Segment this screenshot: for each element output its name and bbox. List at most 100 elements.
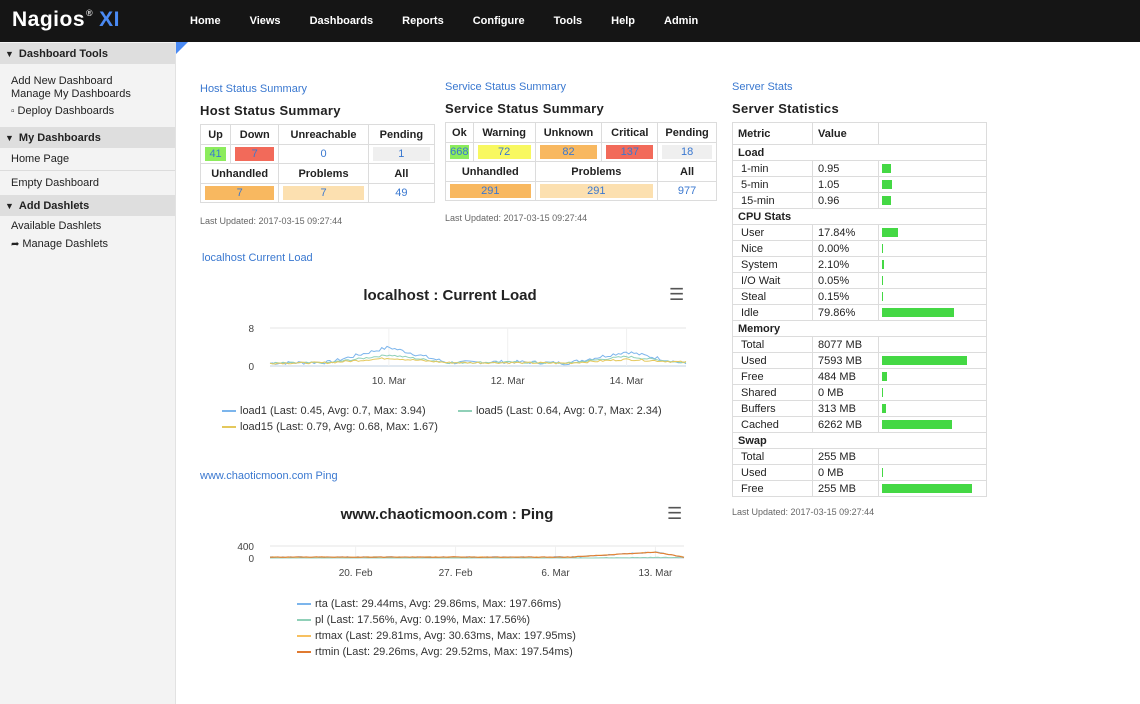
nav-home[interactable]: Home	[190, 15, 221, 27]
server-stats-dashlet-link[interactable]: Server Stats	[732, 81, 793, 93]
nav-views[interactable]: Views	[250, 15, 281, 27]
service-critical-count[interactable]: 137	[606, 145, 654, 159]
sidebar: ▼ Dashboard Tools Add New Dashboard Mana…	[0, 42, 176, 704]
legend-load5[interactable]: load5 (Last: 0.64, Avg: 0.7, Max: 2.34)	[458, 405, 662, 417]
sidebar-item-home-page[interactable]: Home Page	[0, 148, 175, 171]
sidebar-item-manage-my-dashboards[interactable]: Manage My Dashboards	[0, 88, 175, 101]
service-pending-cell[interactable]: 18	[657, 142, 717, 162]
host-unreachable-count[interactable]: 0	[283, 147, 363, 161]
service-warning-count[interactable]: 72	[477, 145, 531, 159]
sidebar-item-manage-dashlets[interactable]: ➦ Manage Dashlets	[0, 236, 175, 252]
host-down-cell[interactable]: 7	[230, 144, 280, 164]
stats-bar-cell	[878, 416, 987, 433]
host-status-dashlet-link[interactable]: Host Status Summary	[200, 83, 307, 95]
legend-label: load1 (Last: 0.45, Avg: 0.7, Max: 3.94)	[240, 405, 426, 417]
host-pending-count[interactable]: 1	[372, 147, 430, 161]
stats-bar-cell	[878, 224, 987, 241]
stats-row: Shared 0 MB	[732, 384, 987, 401]
stats-bar-cell	[878, 176, 987, 193]
stats-value: 0 MB	[812, 384, 879, 401]
host-pending-cell[interactable]: 1	[367, 144, 436, 164]
service-ok-cell[interactable]: 668	[445, 142, 474, 162]
stats-row: User 17.84%	[732, 224, 987, 241]
legend-rtmin[interactable]: rtmin (Last: 29.26ms, Avg: 29.52ms, Max:…	[297, 646, 573, 658]
section-add-dashlets[interactable]: ▼ Add Dashlets	[0, 195, 175, 216]
stats-metric: System	[732, 256, 813, 273]
stats-metric: Used	[732, 464, 813, 481]
stats-bar	[882, 276, 883, 285]
stats-metric: Free	[732, 368, 813, 385]
nav-dashboards[interactable]: Dashboards	[310, 15, 374, 27]
stats-metric: Buffers	[732, 400, 813, 417]
host-up-cell[interactable]: 41	[199, 144, 232, 164]
stats-metric: Total	[732, 336, 813, 353]
nav-help[interactable]: Help	[611, 15, 635, 27]
ping-chart-dashlet-link[interactable]: www.chaoticmoon.com Ping	[200, 470, 338, 482]
section-dashboard-tools[interactable]: ▼ Dashboard Tools	[0, 43, 175, 64]
host-unreachable-header: Unreachable	[278, 124, 369, 145]
service-critical-cell[interactable]: 137	[601, 142, 659, 162]
host-all-count[interactable]: 49	[373, 186, 430, 200]
sidebar-item-deploy-dashboards[interactable]: ▫ Deploy Dashboards	[0, 105, 175, 119]
service-status-dashlet-link[interactable]: Service Status Summary	[445, 81, 566, 93]
value-column-header: Value	[812, 122, 879, 145]
hamburger-menu-icon[interactable]: ☰	[667, 505, 682, 522]
service-pending-count[interactable]: 18	[662, 145, 712, 159]
host-unreachable-cell[interactable]: 0	[278, 144, 369, 164]
nagios-xi-logo[interactable]: Nagios® XI	[12, 8, 120, 32]
host-unhandled-count[interactable]: 7	[205, 186, 275, 200]
service-ok-header: Ok	[445, 122, 474, 143]
corner-tab-icon[interactable]	[176, 42, 188, 54]
hamburger-menu-icon[interactable]: ☰	[669, 286, 684, 303]
stats-row: Nice 0.00%	[732, 240, 987, 257]
service-unhandled-count[interactable]: 291	[450, 184, 531, 198]
nav-reports[interactable]: Reports	[402, 15, 444, 27]
host-status-table: Up Down Unreachable Pending 41 7 0 1 Unh…	[199, 124, 436, 203]
legend-rtmax[interactable]: rtmax (Last: 29.81ms, Avg: 30.63ms, Max:…	[297, 630, 576, 642]
service-unknown-cell[interactable]: 82	[534, 142, 603, 162]
section-heading: Add Dashlets	[18, 199, 90, 212]
legend-swatch	[297, 651, 311, 654]
stats-value: 0.95	[812, 160, 879, 177]
legend-rta[interactable]: rta (Last: 29.44ms, Avg: 29.86ms, Max: 1…	[297, 598, 561, 610]
host-problems-count[interactable]: 7	[283, 186, 364, 200]
service-problems-cell[interactable]: 291	[534, 181, 659, 201]
stats-bar	[882, 164, 891, 173]
legend-label: rta (Last: 29.44ms, Avg: 29.86ms, Max: 1…	[315, 598, 562, 610]
legend-pl[interactable]: pl (Last: 17.56%, Avg: 0.19%, Max: 17.56…	[297, 614, 530, 626]
stats-bar	[882, 468, 883, 477]
service-warning-cell[interactable]: 72	[472, 142, 536, 162]
sidebar-item-empty-dashboard[interactable]: Empty Dashboard	[0, 171, 175, 195]
nav-configure[interactable]: Configure	[473, 15, 525, 27]
y-tick-label: 400	[237, 542, 254, 553]
host-problems-cell[interactable]: 7	[278, 183, 369, 203]
nav-admin[interactable]: Admin	[664, 15, 698, 27]
service-all-cell[interactable]: 977	[657, 181, 717, 201]
main-nav: Home Views Dashboards Reports Configure …	[190, 0, 727, 42]
service-all-count[interactable]: 977	[662, 184, 712, 198]
nav-tools[interactable]: Tools	[554, 15, 583, 27]
service-critical-header: Critical	[601, 122, 659, 143]
host-down-count[interactable]: 7	[235, 147, 275, 161]
service-unknown-count[interactable]: 82	[539, 145, 598, 159]
stats-row: Used 0 MB	[732, 464, 987, 481]
legend-load1[interactable]: load1 (Last: 0.45, Avg: 0.7, Max: 3.94)	[222, 405, 426, 417]
host-all-cell[interactable]: 49	[367, 183, 436, 203]
stats-metric: Cached	[732, 416, 813, 433]
host-status-heading: Host Status Summary	[200, 103, 341, 118]
y-tick-label: 0	[248, 554, 254, 565]
sidebar-item-add-new-dashboard[interactable]: Add New Dashboard	[0, 75, 175, 88]
deploy-icon: ▫	[11, 106, 15, 117]
host-unhandled-cell[interactable]: 7	[199, 183, 280, 203]
stats-bar	[882, 388, 883, 397]
section-my-dashboards[interactable]: ▼ My Dashboards	[0, 127, 175, 148]
load-chart-dashlet-link[interactable]: localhost Current Load	[202, 252, 313, 264]
host-up-count[interactable]: 41	[205, 147, 227, 161]
service-problems-count[interactable]: 291	[539, 184, 654, 198]
sidebar-item-available-dashlets[interactable]: Available Dashlets	[0, 216, 175, 236]
legend-load15[interactable]: load15 (Last: 0.79, Avg: 0.68, Max: 1.67…	[222, 421, 438, 433]
service-unhandled-cell[interactable]: 291	[445, 181, 536, 201]
stats-bar	[882, 308, 954, 317]
service-ok-count[interactable]: 668	[450, 145, 469, 159]
stats-row: Free 255 MB	[732, 480, 987, 497]
